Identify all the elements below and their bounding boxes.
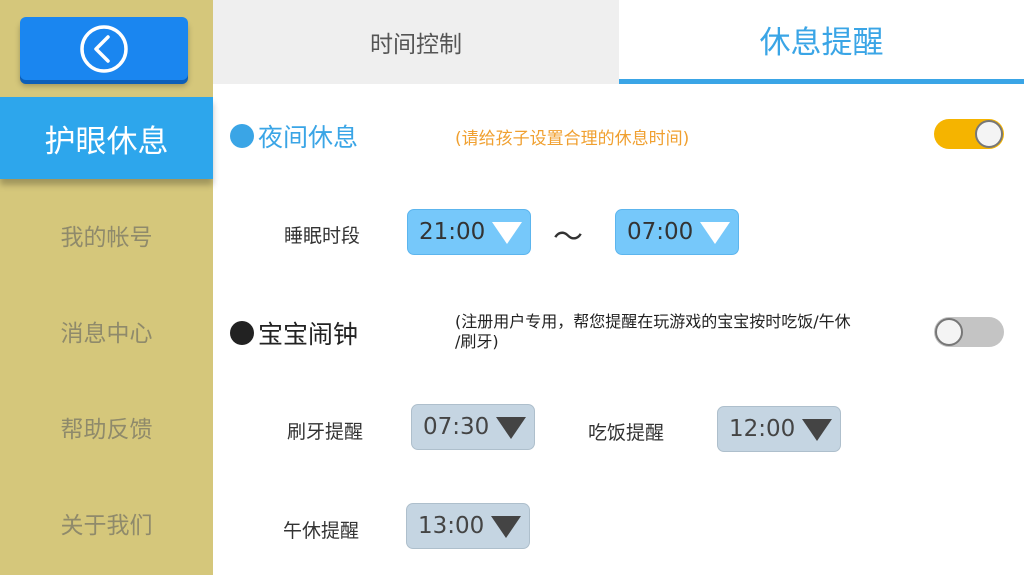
baby-alarm-toggle[interactable] bbox=[934, 317, 1004, 347]
brush-time-dropdown[interactable]: 07:30 bbox=[411, 404, 535, 450]
sleep-end-value: 07:00 bbox=[627, 219, 694, 245]
dropdown-arrow-icon bbox=[700, 222, 730, 244]
tab-time-control[interactable]: 时间控制 bbox=[213, 0, 619, 84]
tab-rest-reminder[interactable]: 休息提醒 bbox=[619, 0, 1024, 84]
tab-bar: 时间控制 休息提醒 bbox=[213, 0, 1024, 84]
bullet-dot-icon bbox=[230, 124, 254, 148]
nap-time-value: 13:00 bbox=[418, 513, 485, 539]
night-rest-title-text: 夜间休息 bbox=[258, 123, 359, 152]
sidebar-item-about[interactable]: 关于我们 bbox=[0, 493, 213, 553]
time-range-separator: ～ bbox=[553, 220, 583, 255]
back-button[interactable] bbox=[20, 17, 188, 80]
brush-time-value: 07:30 bbox=[423, 414, 490, 440]
sidebar-item-messages[interactable]: 消息中心 bbox=[0, 301, 213, 361]
baby-alarm-title: 宝宝闹钟 bbox=[230, 315, 358, 351]
night-rest-note: (请给孩子设置合理的休息时间) bbox=[455, 129, 690, 149]
meal-time-dropdown[interactable]: 12:00 bbox=[717, 406, 841, 452]
sleep-start-dropdown[interactable]: 21:00 bbox=[407, 209, 531, 255]
sidebar-item-feedback[interactable]: 帮助反馈 bbox=[0, 397, 213, 457]
sidebar-item-account[interactable]: 我的帐号 bbox=[0, 205, 213, 265]
nap-time-dropdown[interactable]: 13:00 bbox=[406, 503, 530, 549]
chevron-left-circle-icon bbox=[80, 24, 128, 73]
baby-alarm-title-text: 宝宝闹钟 bbox=[258, 320, 359, 349]
dropdown-arrow-icon bbox=[492, 222, 522, 244]
nap-reminder-label: 午休提醒 bbox=[283, 520, 360, 542]
sleep-end-dropdown[interactable]: 07:00 bbox=[615, 209, 739, 255]
night-rest-title: 夜间休息 bbox=[230, 118, 358, 154]
meal-reminder-label: 吃饭提醒 bbox=[588, 422, 665, 444]
brush-reminder-label: 刷牙提醒 bbox=[287, 421, 364, 443]
sleep-start-value: 21:00 bbox=[419, 219, 486, 245]
night-rest-toggle[interactable] bbox=[934, 119, 1004, 149]
dropdown-arrow-icon bbox=[491, 516, 521, 538]
meal-time-value: 12:00 bbox=[729, 416, 796, 442]
toggle-knob bbox=[935, 318, 963, 346]
sidebar-item-eye-rest[interactable]: 护眼休息 bbox=[0, 97, 213, 179]
toggle-knob bbox=[975, 120, 1003, 148]
dropdown-arrow-icon bbox=[802, 419, 832, 441]
baby-alarm-note-line2: /刷牙) bbox=[455, 332, 499, 351]
dropdown-arrow-icon bbox=[496, 417, 526, 439]
baby-alarm-note: (注册用户专用，帮您提醒在玩游戏的宝宝按时吃饭/午休 /刷牙) bbox=[455, 312, 851, 352]
bullet-dot-icon bbox=[230, 321, 254, 345]
baby-alarm-note-line1: (注册用户专用，帮您提醒在玩游戏的宝宝按时吃饭/午休 bbox=[455, 312, 851, 331]
sleep-period-label: 睡眠时段 bbox=[284, 225, 361, 247]
sidebar: 护眼休息 我的帐号 消息中心 帮助反馈 关于我们 bbox=[0, 0, 213, 575]
